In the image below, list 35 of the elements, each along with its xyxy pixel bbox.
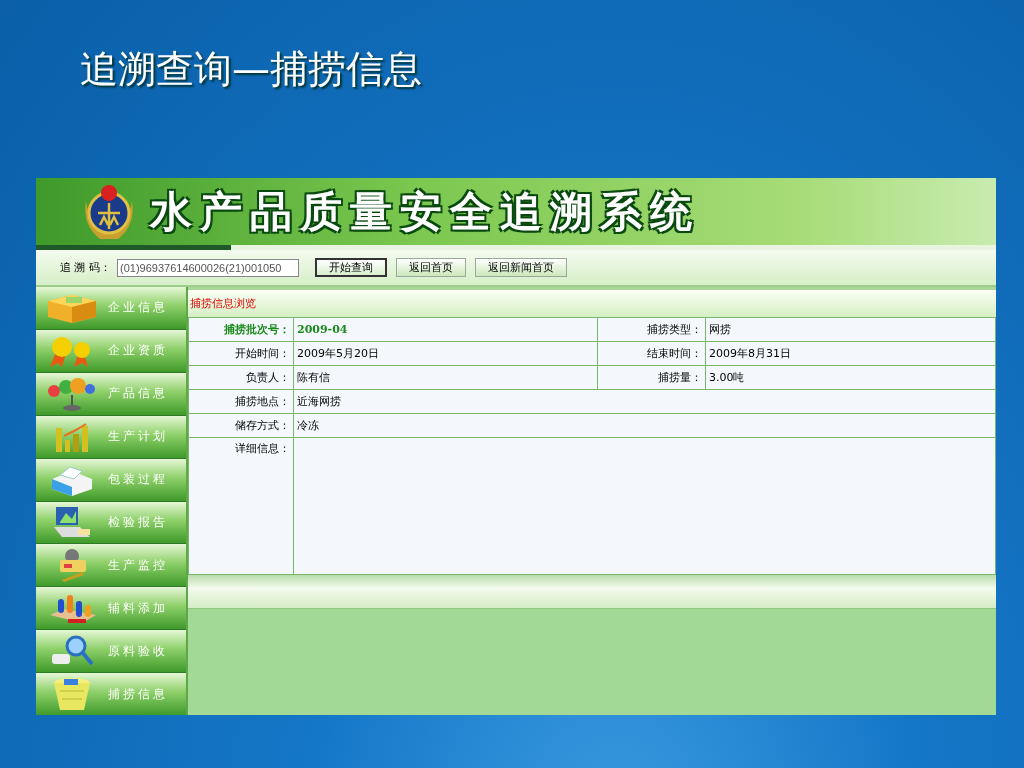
field-label: 捕捞批次号： bbox=[188, 317, 294, 342]
field-label: 捕捞量： bbox=[597, 365, 706, 390]
sidebar-item[interactable]: 产品信息 bbox=[36, 372, 186, 415]
field-value: 近海网捞 bbox=[293, 389, 996, 414]
field-value: 2009年5月20日 bbox=[293, 341, 598, 366]
slide-title: 追溯查询—捕捞信息 bbox=[80, 46, 422, 93]
sidebar-item[interactable]: 包装过程 bbox=[36, 458, 186, 501]
field-label: 详细信息： bbox=[188, 437, 294, 575]
field-value: 冷冻 bbox=[293, 413, 996, 438]
field-label: 开始时间： bbox=[188, 341, 294, 366]
field-label: 结束时间： bbox=[597, 341, 706, 366]
sidebar-item[interactable]: 生产监控 bbox=[36, 544, 186, 587]
sidebar-item[interactable]: 原料验收 bbox=[36, 630, 186, 673]
field-value: 3.00吨 bbox=[705, 365, 996, 390]
trace-code-label: 追 溯 码： bbox=[60, 260, 111, 275]
search-button[interactable]: 开始查询 bbox=[315, 258, 387, 277]
sidebar-item[interactable]: 辅料添加 bbox=[36, 587, 186, 630]
field-value: 网捞 bbox=[705, 317, 996, 342]
sidebar-item[interactable]: 企业资质 bbox=[36, 329, 186, 372]
nav-button[interactable]: 返回新闻首页 bbox=[475, 258, 567, 277]
field-value: 2009年8月31日 bbox=[705, 341, 996, 366]
field-value: 陈有信 bbox=[293, 365, 598, 390]
field-value: 2009-04 bbox=[293, 317, 598, 342]
sidebar-item[interactable]: 捕捞信息 bbox=[36, 673, 186, 715]
trace-code-field[interactable]: (01)96937614600026(21)001050 bbox=[117, 258, 299, 277]
sidebar-item[interactable]: 企业信息 bbox=[36, 287, 186, 329]
field-label: 储存方式： bbox=[188, 413, 294, 438]
field-label: 负责人： bbox=[188, 365, 294, 390]
panel-title: 捕捞信息浏览 bbox=[188, 287, 996, 317]
nav-button[interactable]: 返回首页 bbox=[396, 258, 466, 277]
sidebar-item[interactable]: 生产计划 bbox=[36, 415, 186, 458]
field-label: 捕捞类型： bbox=[597, 317, 706, 342]
sidebar-item[interactable]: 检验报告 bbox=[36, 501, 186, 544]
field-label: 捕捞地点： bbox=[188, 389, 294, 414]
app-title: 水产品质量安全追溯系统 bbox=[150, 185, 700, 238]
